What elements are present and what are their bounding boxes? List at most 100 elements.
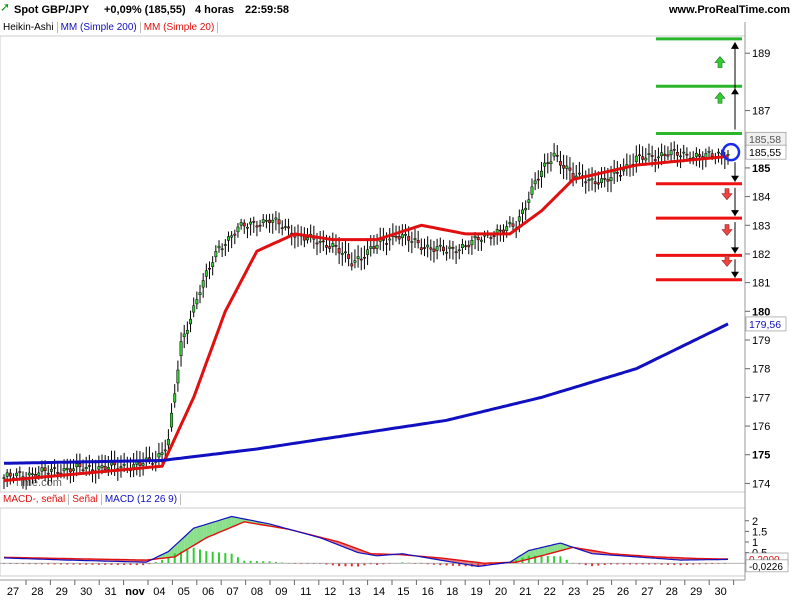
- candle-body: [479, 239, 483, 242]
- candle-body: [347, 254, 351, 259]
- candle-body: [53, 467, 57, 469]
- up-arrowhead-icon: [731, 88, 739, 95]
- candle-body: [426, 244, 430, 248]
- candle-body: [429, 247, 433, 250]
- candle-body: [549, 161, 553, 164]
- candle-body: [619, 174, 622, 177]
- candle-body: [464, 245, 468, 247]
- candle-body: [603, 178, 607, 180]
- time-tick-label: 05: [178, 586, 190, 598]
- candle-body: [81, 469, 85, 472]
- candle-body: [62, 468, 66, 472]
- candle-body: [372, 246, 376, 250]
- candle-body: [68, 468, 72, 473]
- candle-body: [78, 463, 82, 467]
- candle-body: [438, 244, 442, 247]
- macd-hist-badge: -0,0226: [749, 562, 783, 573]
- candle-body: [185, 330, 189, 334]
- price-tick-label: 179: [752, 335, 770, 347]
- macd-histogram-bar: [451, 563, 454, 566]
- candle-body: [5, 472, 9, 477]
- candle-body: [75, 463, 79, 468]
- candle-body: [201, 280, 205, 288]
- candle-body: [584, 181, 588, 184]
- candle-body: [470, 240, 474, 246]
- macd-histogram-bar: [173, 553, 176, 564]
- candle-body: [252, 221, 256, 223]
- time-tick-label: 12: [324, 586, 336, 598]
- red-down-arrow-icon: [721, 224, 733, 237]
- candle-body: [546, 162, 550, 164]
- candle-body: [647, 153, 651, 155]
- candle-body: [587, 179, 591, 181]
- macd-histogram-bar: [553, 556, 556, 564]
- candle-body: [255, 225, 259, 228]
- candle-body: [568, 167, 572, 171]
- candle-body: [675, 152, 679, 156]
- green-up-arrow-icon: [714, 56, 726, 68]
- candle-body: [577, 172, 581, 175]
- candle-body: [65, 467, 69, 470]
- time-tick-label: 26: [617, 586, 629, 598]
- down-arrowhead-icon: [731, 210, 739, 217]
- candle-body: [634, 155, 638, 162]
- candle-body: [8, 472, 12, 477]
- time-tick-label: 15: [397, 586, 409, 598]
- sma200-badge: 179,56: [749, 319, 781, 331]
- macd-histogram-bar: [350, 563, 353, 567]
- candle-body: [400, 234, 404, 239]
- candle-body: [505, 226, 509, 231]
- candle-body: [331, 243, 335, 247]
- candle-body: [448, 246, 452, 249]
- time-tick-label: nov: [125, 586, 145, 598]
- macd-histogram-bar: [357, 563, 360, 567]
- candle-body: [204, 270, 208, 277]
- candle-body: [119, 466, 123, 468]
- candle-body: [182, 333, 186, 337]
- candle-body: [236, 226, 240, 233]
- candle-body: [543, 162, 547, 167]
- candle-body: [160, 452, 164, 455]
- candle-body: [37, 472, 41, 476]
- candle-body: [91, 469, 94, 472]
- candle-body: [451, 247, 455, 249]
- time-tick-label: 08: [251, 586, 263, 598]
- candle-body: [375, 244, 379, 249]
- time-tick-label: 11: [300, 586, 311, 598]
- red-down-arrow-icon: [721, 255, 733, 267]
- candle-body: [622, 169, 626, 172]
- candle-body: [56, 471, 60, 474]
- candle-body: [669, 150, 673, 156]
- candle-body: [318, 240, 322, 243]
- time-tick-label: 20: [495, 586, 507, 598]
- candle-body: [423, 247, 426, 249]
- candle-body: [498, 229, 502, 232]
- candle-body: [97, 466, 101, 470]
- price-tick-label: 180: [752, 306, 770, 318]
- red-down-arrow-icon: [721, 188, 733, 201]
- candle-body: [644, 157, 648, 161]
- candle-body: [536, 178, 540, 181]
- time-tick-label: 29: [56, 586, 68, 598]
- candle-body: [163, 449, 167, 452]
- candle-body: [334, 245, 338, 247]
- macd-histogram-bar: [540, 555, 543, 564]
- candle-body: [217, 245, 221, 249]
- macd-histogram-bar: [546, 555, 549, 564]
- candle-body: [565, 165, 569, 169]
- price-tick-label: 182: [752, 249, 770, 261]
- candle-body: [321, 240, 325, 243]
- time-tick-label: 22: [544, 586, 556, 598]
- price-tick-label: 174: [752, 478, 770, 490]
- macd-histogram-bar: [249, 560, 252, 564]
- macd-cloud-segment: [193, 527, 197, 546]
- candle-body: [264, 220, 268, 222]
- candle-body: [366, 249, 370, 255]
- candle-body: [717, 151, 720, 154]
- candle-body: [457, 249, 461, 252]
- macd-histogram-bar: [167, 557, 170, 564]
- price-tick-label: 187: [752, 106, 770, 118]
- chart-canvas[interactable]: 174 175 176 177 178 179 180 181 182 183 184 185 187 1…: [0, 0, 800, 600]
- candle-body: [571, 173, 575, 179]
- time-tick-label: 16: [422, 586, 434, 598]
